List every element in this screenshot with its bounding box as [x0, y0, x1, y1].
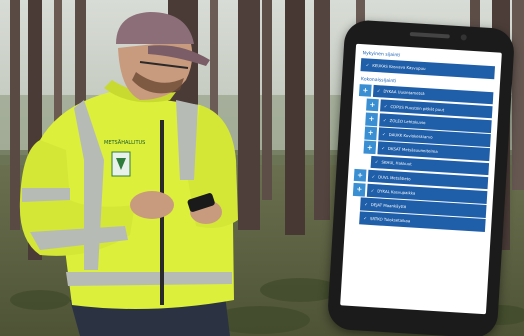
expand-button[interactable]: + — [358, 83, 372, 97]
vest-logo-text: METSÄHALLITUS — [104, 139, 145, 146]
phone-speaker — [409, 32, 450, 39]
photo-scene: METSÄHALLITUS Nykyinen sijainti ✓ KEUKAS… — [0, 0, 524, 336]
hierarchy-list: + ✓ DYKAA Uusintametsä + ✓ CDPUS Puustoin pit… — [351, 83, 494, 232]
check-icon: ✓ — [370, 187, 375, 193]
smartphone: Nykyinen sijainti ✓ KEUKAS Kasvava Kasvu… — [326, 19, 516, 336]
hierarchy-label: ZOLEO Lehtokuvio — [389, 117, 426, 125]
check-icon: ✓ — [364, 201, 369, 207]
expand-button[interactable]: + — [352, 182, 366, 197]
hierarchy-label: DEJAT Maankäyttö — [370, 201, 407, 210]
hierarchy-label: DKSAT Metsäsuunnitelma — [387, 146, 438, 155]
expand-button[interactable]: + — [366, 98, 379, 112]
expand-button[interactable]: + — [363, 140, 377, 155]
check-icon: ✓ — [383, 103, 388, 109]
phone-camera — [460, 34, 467, 41]
check-icon: ✓ — [382, 117, 387, 123]
hierarchy-label: DYKAL Kasvupaikka — [377, 188, 416, 196]
hierarchy-label: SRTKO Tuloksetaikaa — [369, 216, 411, 224]
check-icon: ✓ — [365, 62, 370, 68]
check-icon: ✓ — [371, 173, 376, 179]
check-icon: ✓ — [382, 131, 386, 137]
current-location-label: KEUKAS Kasvava Kasvupuu — [372, 62, 426, 71]
check-icon: ✓ — [363, 215, 368, 221]
expand-button[interactable]: + — [364, 126, 378, 140]
hierarchy-label: DAUKK Kuviokeskiarvo — [388, 131, 433, 140]
hierarchy-label: SKHUL Hakkuut — [381, 159, 412, 167]
phone-screen: Nykyinen sijainti ✓ KEUKAS Kasvava Kasvu… — [340, 43, 502, 315]
hierarchy-label: CDPUS Puustoin pitkät puut — [390, 103, 445, 112]
hierarchy-label: DYKAA Uusintametsä — [383, 88, 425, 97]
check-icon: ✓ — [381, 145, 386, 151]
check-icon: ✓ — [374, 159, 379, 165]
expand-button[interactable]: + — [353, 168, 367, 182]
hierarchy-label: DUVL Metsätieto — [378, 173, 411, 181]
check-icon: ✓ — [376, 88, 381, 94]
expand-button[interactable]: + — [365, 112, 378, 126]
